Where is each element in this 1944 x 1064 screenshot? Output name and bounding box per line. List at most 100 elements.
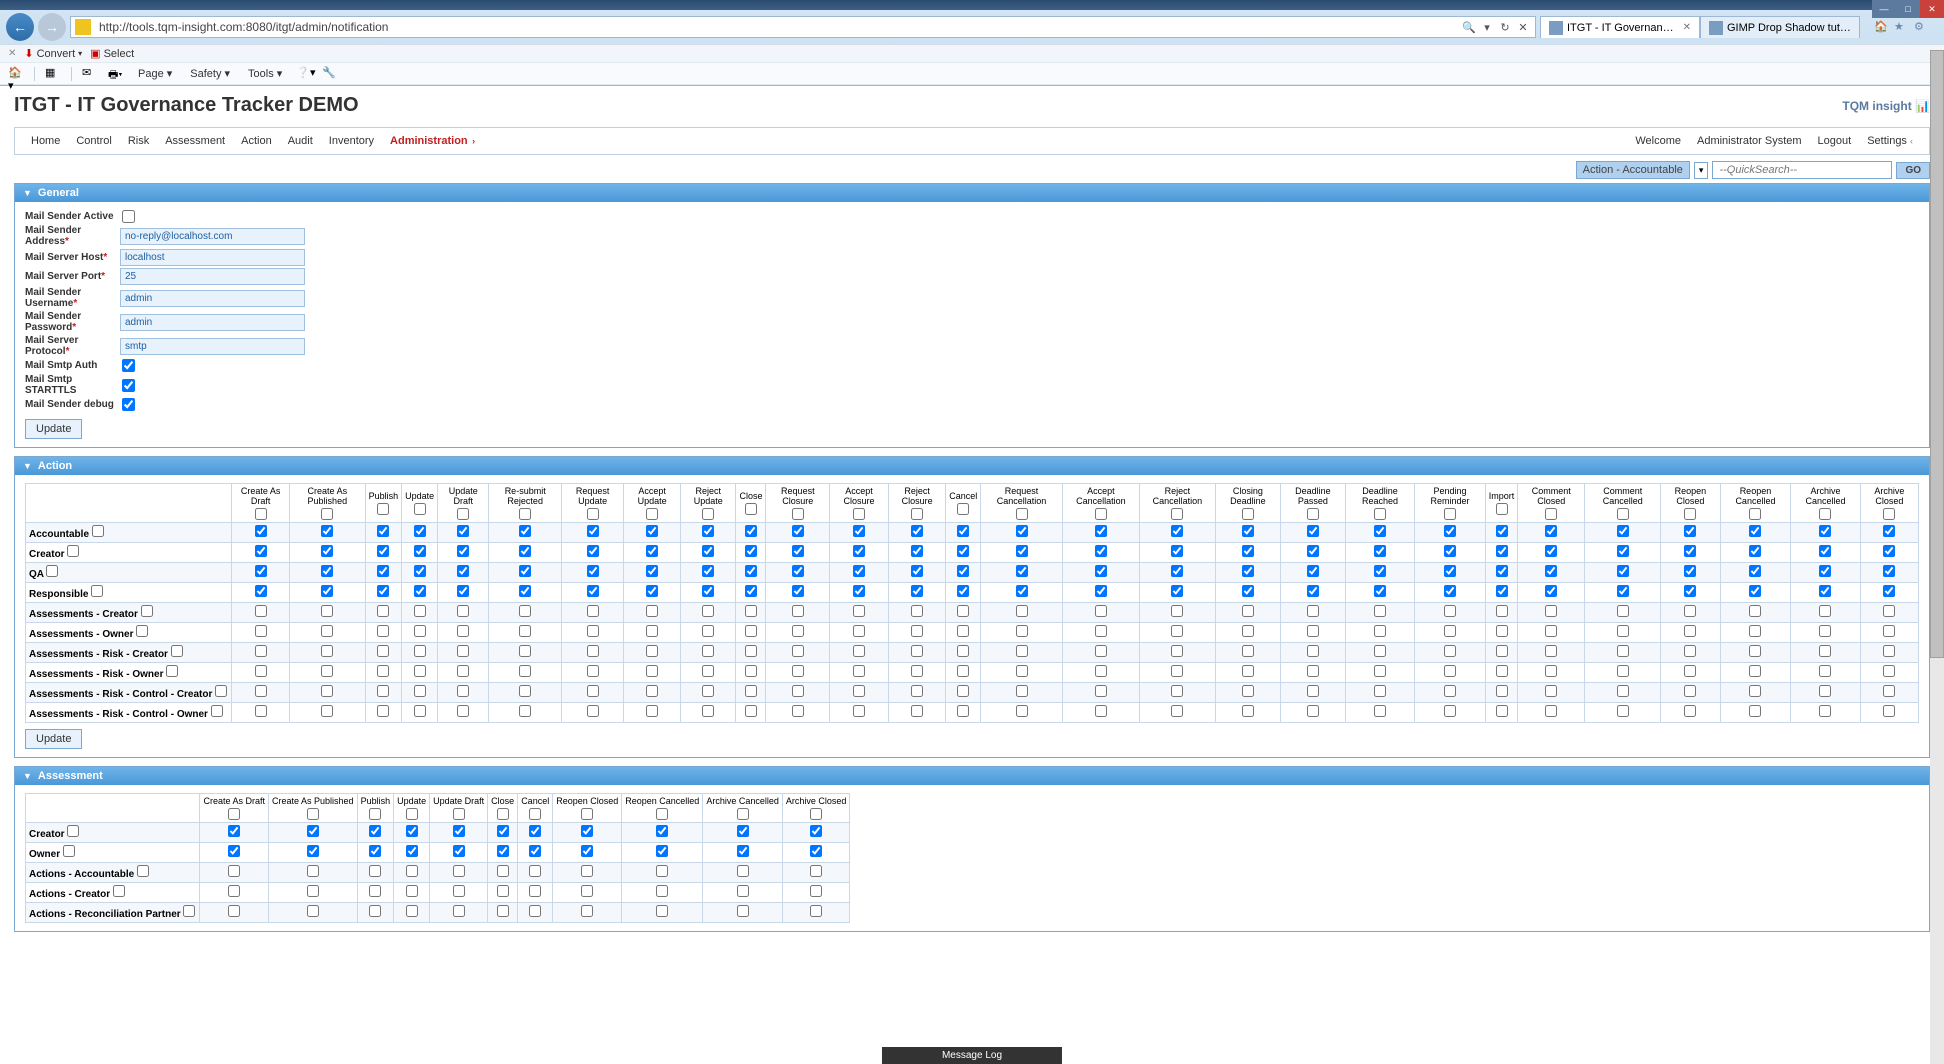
cell-checkbox[interactable] xyxy=(646,625,658,637)
cell-checkbox[interactable] xyxy=(1749,645,1761,657)
cell-checkbox[interactable] xyxy=(255,625,267,637)
cell-checkbox[interactable] xyxy=(581,885,593,897)
cell-checkbox[interactable] xyxy=(519,645,531,657)
cell-checkbox[interactable] xyxy=(1617,645,1629,657)
column-select-all-checkbox[interactable] xyxy=(810,808,822,820)
cell-checkbox[interactable] xyxy=(1374,665,1386,677)
cell-checkbox[interactable] xyxy=(228,825,240,837)
cell-checkbox[interactable] xyxy=(646,705,658,717)
cell-checkbox[interactable] xyxy=(1307,545,1319,557)
cell-checkbox[interactable] xyxy=(702,625,714,637)
cell-checkbox[interactable] xyxy=(1095,625,1107,637)
cell-checkbox[interactable] xyxy=(321,705,333,717)
cell-checkbox[interactable] xyxy=(1171,605,1183,617)
cell-checkbox[interactable] xyxy=(321,665,333,677)
cell-checkbox[interactable] xyxy=(1444,705,1456,717)
cell-checkbox[interactable] xyxy=(457,645,469,657)
column-select-all-checkbox[interactable] xyxy=(957,503,969,515)
cell-checkbox[interactable] xyxy=(453,825,465,837)
column-select-all-checkbox[interactable] xyxy=(453,808,465,820)
cell-checkbox[interactable] xyxy=(414,605,426,617)
cell-checkbox[interactable] xyxy=(406,905,418,917)
cell-checkbox[interactable] xyxy=(255,605,267,617)
cell-checkbox[interactable] xyxy=(1617,585,1629,597)
minimize-button[interactable]: — xyxy=(1872,0,1896,18)
cell-checkbox[interactable] xyxy=(1749,605,1761,617)
cell-checkbox[interactable] xyxy=(810,885,822,897)
cell-checkbox[interactable] xyxy=(255,665,267,677)
cell-checkbox[interactable] xyxy=(911,525,923,537)
mail-icon[interactable]: ✉ xyxy=(82,66,98,82)
feeds-icon[interactable]: ▦ xyxy=(45,66,61,82)
cell-checkbox[interactable] xyxy=(1617,705,1629,717)
cell-checkbox[interactable] xyxy=(307,865,319,877)
column-select-all-checkbox[interactable] xyxy=(321,508,333,520)
cell-checkbox[interactable] xyxy=(1749,685,1761,697)
message-log[interactable]: Message Log xyxy=(882,1047,1062,1064)
page-menu[interactable]: Page ▾ xyxy=(134,65,176,82)
cell-checkbox[interactable] xyxy=(457,705,469,717)
column-select-all-checkbox[interactable] xyxy=(529,808,541,820)
cell-checkbox[interactable] xyxy=(453,885,465,897)
home-dropdown-icon[interactable]: 🏠▾ xyxy=(8,66,24,82)
cell-checkbox[interactable] xyxy=(745,605,757,617)
nav-inventory[interactable]: Inventory xyxy=(321,132,382,150)
row-select-all-checkbox[interactable] xyxy=(67,545,79,557)
column-select-all-checkbox[interactable] xyxy=(656,808,668,820)
column-select-all-checkbox[interactable] xyxy=(745,503,757,515)
column-select-all-checkbox[interactable] xyxy=(414,503,426,515)
cell-checkbox[interactable] xyxy=(1819,585,1831,597)
cell-checkbox[interactable] xyxy=(1171,585,1183,597)
cell-checkbox[interactable] xyxy=(1617,525,1629,537)
cell-checkbox[interactable] xyxy=(377,685,389,697)
column-select-all-checkbox[interactable] xyxy=(853,508,865,520)
cell-checkbox[interactable] xyxy=(1444,625,1456,637)
cell-checkbox[interactable] xyxy=(1242,685,1254,697)
cell-checkbox[interactable] xyxy=(656,865,668,877)
column-select-all-checkbox[interactable] xyxy=(911,508,923,520)
cell-checkbox[interactable] xyxy=(1819,685,1831,697)
cell-checkbox[interactable] xyxy=(255,545,267,557)
column-select-all-checkbox[interactable] xyxy=(1171,508,1183,520)
row-select-all-checkbox[interactable] xyxy=(113,885,125,897)
cell-checkbox[interactable] xyxy=(587,545,599,557)
cell-checkbox[interactable] xyxy=(646,605,658,617)
cell-checkbox[interactable] xyxy=(453,845,465,857)
cell-checkbox[interactable] xyxy=(745,705,757,717)
cell-checkbox[interactable] xyxy=(853,605,865,617)
cell-checkbox[interactable] xyxy=(1242,565,1254,577)
general-update-button[interactable]: Update xyxy=(25,419,82,439)
cell-checkbox[interactable] xyxy=(587,625,599,637)
cell-checkbox[interactable] xyxy=(321,585,333,597)
cell-checkbox[interactable] xyxy=(646,565,658,577)
mail-sender-address-input[interactable] xyxy=(120,228,305,245)
cell-checkbox[interactable] xyxy=(853,705,865,717)
cell-checkbox[interactable] xyxy=(1444,565,1456,577)
cell-checkbox[interactable] xyxy=(957,685,969,697)
cell-checkbox[interactable] xyxy=(646,585,658,597)
column-select-all-checkbox[interactable] xyxy=(255,508,267,520)
row-select-all-checkbox[interactable] xyxy=(141,605,153,617)
cell-checkbox[interactable] xyxy=(1171,565,1183,577)
cell-checkbox[interactable] xyxy=(646,685,658,697)
cell-checkbox[interactable] xyxy=(646,525,658,537)
row-select-all-checkbox[interactable] xyxy=(92,525,104,537)
cell-checkbox[interactable] xyxy=(228,905,240,917)
cell-checkbox[interactable] xyxy=(957,585,969,597)
cell-checkbox[interactable] xyxy=(307,905,319,917)
cell-checkbox[interactable] xyxy=(1617,685,1629,697)
maximize-button[interactable]: □ xyxy=(1896,0,1920,18)
stop-icon[interactable]: ✕ xyxy=(1515,19,1531,35)
nav-home[interactable]: Home xyxy=(23,132,68,150)
cell-checkbox[interactable] xyxy=(1883,545,1895,557)
cell-checkbox[interactable] xyxy=(457,545,469,557)
gear-icon[interactable]: ⚙ xyxy=(1914,20,1928,34)
cell-checkbox[interactable] xyxy=(1617,565,1629,577)
column-select-all-checkbox[interactable] xyxy=(1883,508,1895,520)
cell-checkbox[interactable] xyxy=(853,665,865,677)
cell-checkbox[interactable] xyxy=(1684,585,1696,597)
cell-checkbox[interactable] xyxy=(1307,525,1319,537)
column-select-all-checkbox[interactable] xyxy=(1749,508,1761,520)
cell-checkbox[interactable] xyxy=(321,565,333,577)
cell-checkbox[interactable] xyxy=(1016,685,1028,697)
